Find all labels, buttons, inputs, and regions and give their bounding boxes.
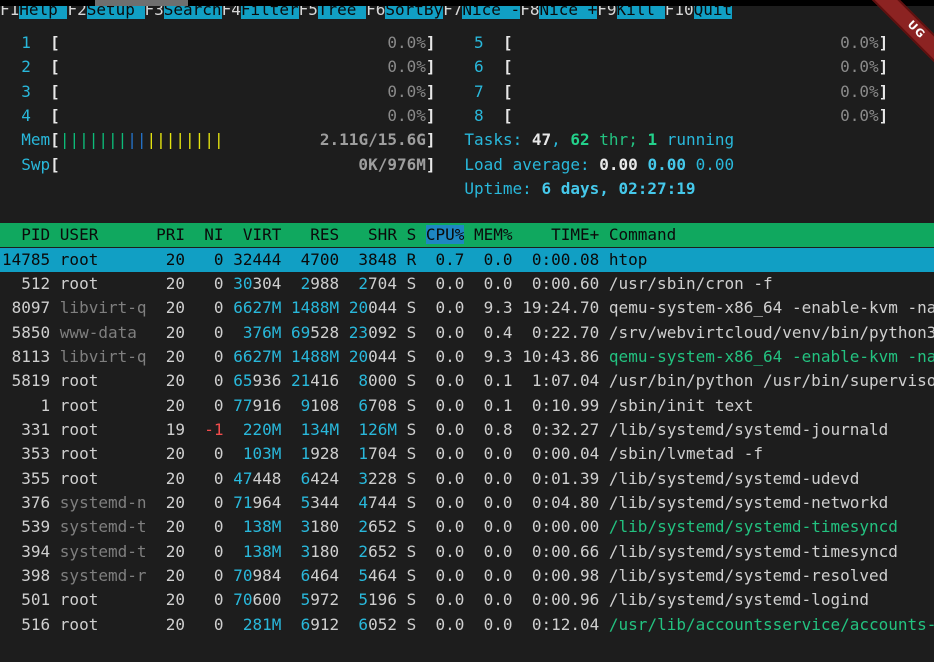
process-row[interactable]: 14785 root 20 0 32444 4700 3848 R 0.7 0.… — [0, 248, 934, 272]
sort-column-cpu[interactable]: CPU% — [426, 225, 465, 244]
uptime-line: Uptime: 6 days, 02:27:19 — [2, 176, 696, 201]
process-row[interactable]: 8097 libvirt-q 20 0 6627M 1488M 20044 S … — [0, 296, 934, 320]
process-row[interactable]: 512 root 20 0 30304 2988 2704 S 0.0 0.0 … — [0, 272, 934, 296]
debug-ribbon: UG — [870, 0, 934, 64]
cpu-meter-line-4: 4 [ 0.0%] 8 [ 0.0%] — [2, 103, 888, 128]
debug-ribbon-band: UG — [870, 0, 934, 64]
table-header[interactable]: PID USER PRI NI VIRT RES SHR S CPU% MEM%… — [0, 223, 934, 247]
process-row[interactable]: 331 root 19 -1 220M 134M 126M S 0.0 0.8 … — [0, 418, 934, 442]
window-top-strip — [0, 0, 934, 6]
process-row[interactable]: 5850 www-data 20 0 376M 69528 23092 S 0.… — [0, 321, 934, 345]
process-row[interactable]: 516 root 20 0 281M 6912 6052 S 0.0 0.0 0… — [0, 613, 934, 637]
header-columns: PID USER PRI NI VIRT RES SHR S — [2, 225, 426, 244]
process-row[interactable]: 398 systemd-r 20 0 70984 6464 5464 S 0.0… — [0, 564, 934, 588]
process-row[interactable]: 5819 root 20 0 65936 21416 8000 S 0.0 0.… — [0, 369, 934, 393]
process-row[interactable]: 539 systemd-t 20 0 138M 3180 2652 S 0.0 … — [0, 515, 934, 539]
process-row[interactable]: 353 root 20 0 103M 1928 1704 S 0.0 0.0 0… — [0, 442, 934, 466]
process-row[interactable]: 394 systemd-t 20 0 138M 3180 2652 S 0.0 … — [0, 540, 934, 564]
process-row[interactable]: 8113 libvirt-q 20 0 6627M 1488M 20044 S … — [0, 345, 934, 369]
cpu-meter-line-1: 1 [ 0.0%] 5 [ 0.0%] — [2, 30, 888, 55]
cpu-meter-line-2: 2 [ 0.0%] 6 [ 0.0%] — [2, 54, 888, 79]
cpu-meter-line-3: 3 [ 0.0%] 7 [ 0.0%] — [2, 79, 888, 104]
process-row[interactable]: 376 systemd-n 20 0 71964 5344 4744 S 0.0… — [0, 491, 934, 515]
process-row[interactable]: 1 root 20 0 77916 9108 6708 S 0.0 0.1 0:… — [0, 394, 934, 418]
swap-meter-line: Swp[ 0K/976M] Load average: 0.00 0.00 0.… — [2, 152, 734, 177]
htop-terminal-screen: 1 [ 0.0%] 5 [ 0.0%] 2 [ 0.0%] 6 [ 0.0%] … — [0, 0, 934, 662]
memory-meter-line: Mem[||||||||||||||||| 2.11G/15.6G] Tasks… — [2, 127, 734, 152]
window-tab — [95, 0, 188, 6]
process-row[interactable]: 501 root 20 0 70600 5972 5196 S 0.0 0.0 … — [0, 588, 934, 612]
process-row[interactable]: 355 root 20 0 47448 6424 3228 S 0.0 0.0 … — [0, 467, 934, 491]
